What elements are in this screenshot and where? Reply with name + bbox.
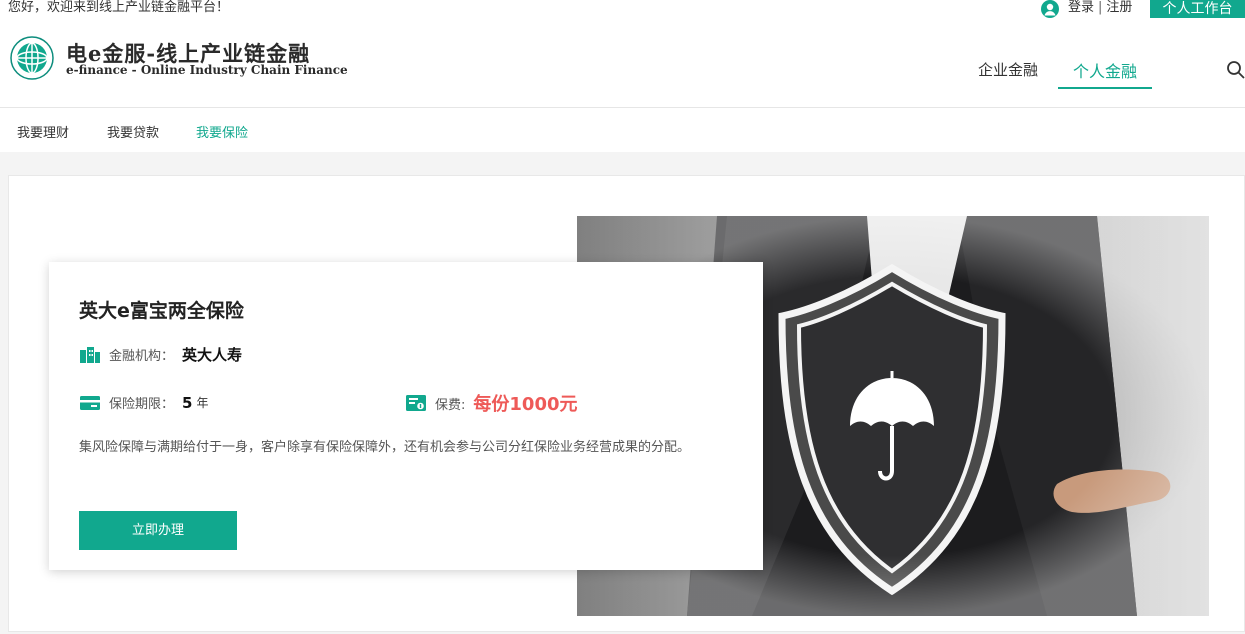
institution-label: 金融机构：: [109, 349, 175, 364]
product-title: 英大e富宝两全保险: [79, 300, 244, 322]
login-link[interactable]: 登录: [1068, 0, 1094, 15]
institution-row: 金融机构： 英大人寿: [79, 344, 242, 365]
state-grid-logo-icon[interactable]: [10, 36, 54, 80]
login-register: 登录 | 注册: [1068, 0, 1132, 16]
site-header: 电e金服-线上产业链金融 e-finance - Online Industry…: [0, 18, 1245, 108]
apply-now-button[interactable]: 立即办理: [79, 511, 237, 550]
bill-icon: [406, 395, 426, 411]
nav-personal-finance[interactable]: 个人金融: [1058, 58, 1152, 89]
top-bar: 您好，欢迎来到线上产业链金融平台！ 登录 | 注册 个人工作台: [0, 0, 1245, 20]
product-description: 集风险保障与满期给付于一身，客户除享有保险保障外，还有机会参与公司分红保险业务经…: [79, 440, 691, 455]
subnav-loans[interactable]: 我要贷款: [107, 122, 159, 141]
site-subtitle: e-finance - Online Industry Chain Financ…: [66, 63, 348, 77]
term-label: 保险期限：: [109, 397, 175, 412]
card-icon: [80, 395, 100, 410]
premium-value: 每份1000元: [473, 394, 578, 415]
product-card: 英大e富宝两全保险 金融机构： 英大人寿 保险期限： 5 年 保费: 每份100…: [49, 262, 763, 570]
subnav-insurance[interactable]: 我要保险: [196, 122, 248, 141]
institution-value: 英大人寿: [182, 346, 243, 364]
subnav-wealth[interactable]: 我要理财: [17, 122, 69, 141]
term-unit: 年: [196, 396, 209, 410]
building-icon: [80, 346, 100, 363]
search-icon[interactable]: [1226, 60, 1245, 79]
personal-workbench-button[interactable]: 个人工作台: [1150, 0, 1245, 20]
user-icon: [1041, 0, 1059, 18]
register-link[interactable]: 注册: [1106, 0, 1132, 15]
term-value: 5: [182, 393, 193, 412]
login-separator: |: [1098, 0, 1103, 15]
term-row: 保险期限： 5 年: [79, 393, 208, 412]
sub-navigation: 我要理财 我要贷款 我要保险: [0, 108, 1245, 152]
nav-enterprise-finance[interactable]: 企业金融: [978, 59, 1038, 80]
welcome-text: 您好，欢迎来到线上产业链金融平台！: [8, 0, 230, 15]
premium-row: 保费: 每份1000元: [405, 390, 578, 416]
premium-label: 保费:: [435, 397, 466, 413]
